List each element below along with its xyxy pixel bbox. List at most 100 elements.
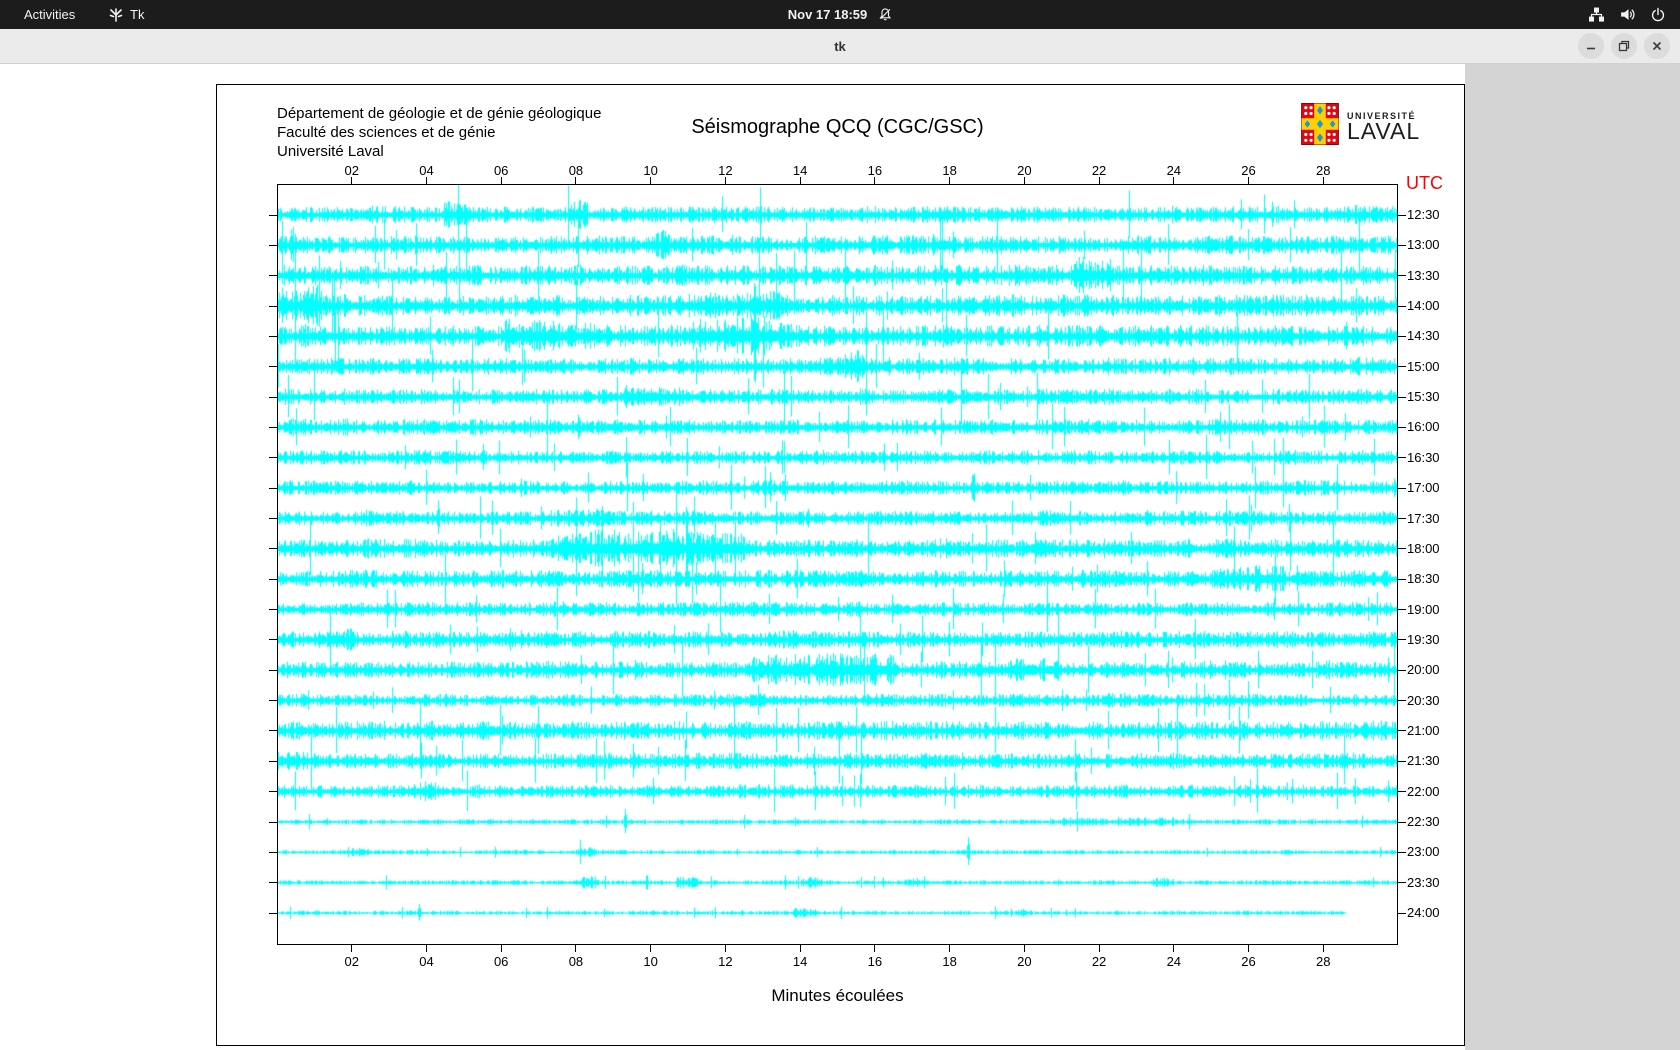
y-tick-right [1398, 822, 1406, 823]
tk-app-icon [108, 7, 124, 23]
y-tick-left [269, 639, 277, 640]
system-status-area[interactable] [1588, 0, 1666, 29]
x-tick-bottom [800, 945, 801, 952]
utc-time-label: 16:30 [1407, 450, 1440, 465]
x-tick-label-top: 08 [561, 163, 591, 178]
utc-time-label: 22:30 [1407, 814, 1440, 829]
y-tick-right [1398, 397, 1406, 398]
y-tick-left [269, 488, 277, 489]
utc-time-label: 13:30 [1407, 268, 1440, 283]
x-tick-label-top: 28 [1308, 163, 1338, 178]
wired-network-icon [1588, 6, 1605, 23]
utc-time-label: 21:00 [1407, 723, 1440, 738]
utc-time-label: 16:00 [1407, 419, 1440, 434]
x-tick-label-bottom: 20 [1009, 954, 1039, 969]
y-tick-right [1398, 670, 1406, 671]
x-tick-bottom [1323, 945, 1324, 952]
y-tick-left [269, 882, 277, 883]
x-tick-bottom [949, 945, 950, 952]
x-tick-label-top: 22 [1084, 163, 1114, 178]
x-tick-top [351, 177, 352, 184]
y-tick-right [1398, 548, 1406, 549]
x-tick-bottom [351, 945, 352, 952]
minimize-icon [1585, 40, 1597, 52]
utc-time-label: 15:00 [1407, 359, 1440, 374]
x-tick-label-bottom: 12 [710, 954, 740, 969]
x-tick-top [1173, 177, 1174, 184]
x-tick-label-top: 06 [486, 163, 516, 178]
y-tick-right [1398, 579, 1406, 580]
minimize-button[interactable] [1578, 33, 1604, 59]
notifications-muted-bell-icon [877, 7, 892, 22]
utc-time-label: 23:00 [1407, 844, 1440, 859]
x-tick-label-bottom: 06 [486, 954, 516, 969]
y-tick-left [269, 822, 277, 823]
x-tick-label-bottom: 26 [1234, 954, 1264, 969]
x-tick-label-bottom: 02 [337, 954, 367, 969]
x-tick-label-bottom: 08 [561, 954, 591, 969]
x-tick-label-top: 24 [1159, 163, 1189, 178]
y-tick-left [269, 275, 277, 276]
y-tick-left [269, 306, 277, 307]
y-tick-left [269, 700, 277, 701]
y-tick-left [269, 852, 277, 853]
x-tick-label-top: 14 [785, 163, 815, 178]
restore-button[interactable] [1611, 33, 1637, 59]
utc-time-label: 14:00 [1407, 298, 1440, 313]
y-tick-right [1398, 245, 1406, 246]
volume-icon [1619, 6, 1636, 23]
activities-button[interactable]: Activities [18, 0, 81, 29]
utc-time-label: 24:00 [1407, 905, 1440, 920]
utc-time-label: 15:30 [1407, 389, 1440, 404]
x-tick-label-top: 26 [1234, 163, 1264, 178]
y-tick-right [1398, 913, 1406, 914]
x-tick-top [426, 177, 427, 184]
window-background-panel [1465, 64, 1680, 1050]
x-tick-label-bottom: 22 [1084, 954, 1114, 969]
y-tick-left [269, 336, 277, 337]
x-tick-label-bottom: 16 [860, 954, 890, 969]
clock-menu[interactable]: Nov 17 18:59 [788, 0, 893, 29]
x-tick-label-top: 16 [860, 163, 890, 178]
y-tick-right [1398, 457, 1406, 458]
chart-title: Séismographe QCQ (CGC/GSC) [277, 116, 1398, 139]
institution-line-3: Université Laval [277, 142, 601, 161]
x-tick-label-top: 18 [935, 163, 965, 178]
utc-time-label: 18:30 [1407, 571, 1440, 586]
y-tick-right [1398, 488, 1406, 489]
focused-app-indicator[interactable]: Tk [108, 0, 144, 29]
restore-icon [1618, 40, 1630, 52]
y-tick-right [1398, 215, 1406, 216]
y-tick-right [1398, 427, 1406, 428]
utc-time-label: 19:30 [1407, 632, 1440, 647]
y-tick-left [269, 548, 277, 549]
y-tick-right [1398, 518, 1406, 519]
y-tick-right [1398, 730, 1406, 731]
x-tick-top [874, 177, 875, 184]
close-button[interactable] [1644, 33, 1670, 59]
x-tick-top [949, 177, 950, 184]
x-tick-top [1024, 177, 1025, 184]
utc-time-label: 20:30 [1407, 693, 1440, 708]
utc-time-label: 18:00 [1407, 541, 1440, 556]
laval-logo: UNIVERSITÉ LAVAL [1300, 103, 1420, 150]
utc-time-label: 21:30 [1407, 753, 1440, 768]
y-tick-right [1398, 336, 1406, 337]
x-tick-bottom [426, 945, 427, 952]
y-tick-right [1398, 306, 1406, 307]
x-tick-bottom [1024, 945, 1025, 952]
focused-app-label: Tk [130, 7, 144, 22]
y-tick-right [1398, 609, 1406, 610]
y-tick-left [269, 913, 277, 914]
x-tick-bottom [575, 945, 576, 952]
window-titlebar[interactable]: tk [0, 29, 1680, 64]
x-tick-label-bottom: 04 [411, 954, 441, 969]
utc-time-label: 17:00 [1407, 480, 1440, 495]
x-tick-bottom [1099, 945, 1100, 952]
window-title: tk [0, 29, 1680, 64]
x-tick-label-bottom: 28 [1308, 954, 1338, 969]
utc-time-label: 19:00 [1407, 602, 1440, 617]
utc-time-label: 20:00 [1407, 662, 1440, 677]
y-tick-left [269, 609, 277, 610]
clock-label: Nov 17 18:59 [788, 7, 868, 22]
